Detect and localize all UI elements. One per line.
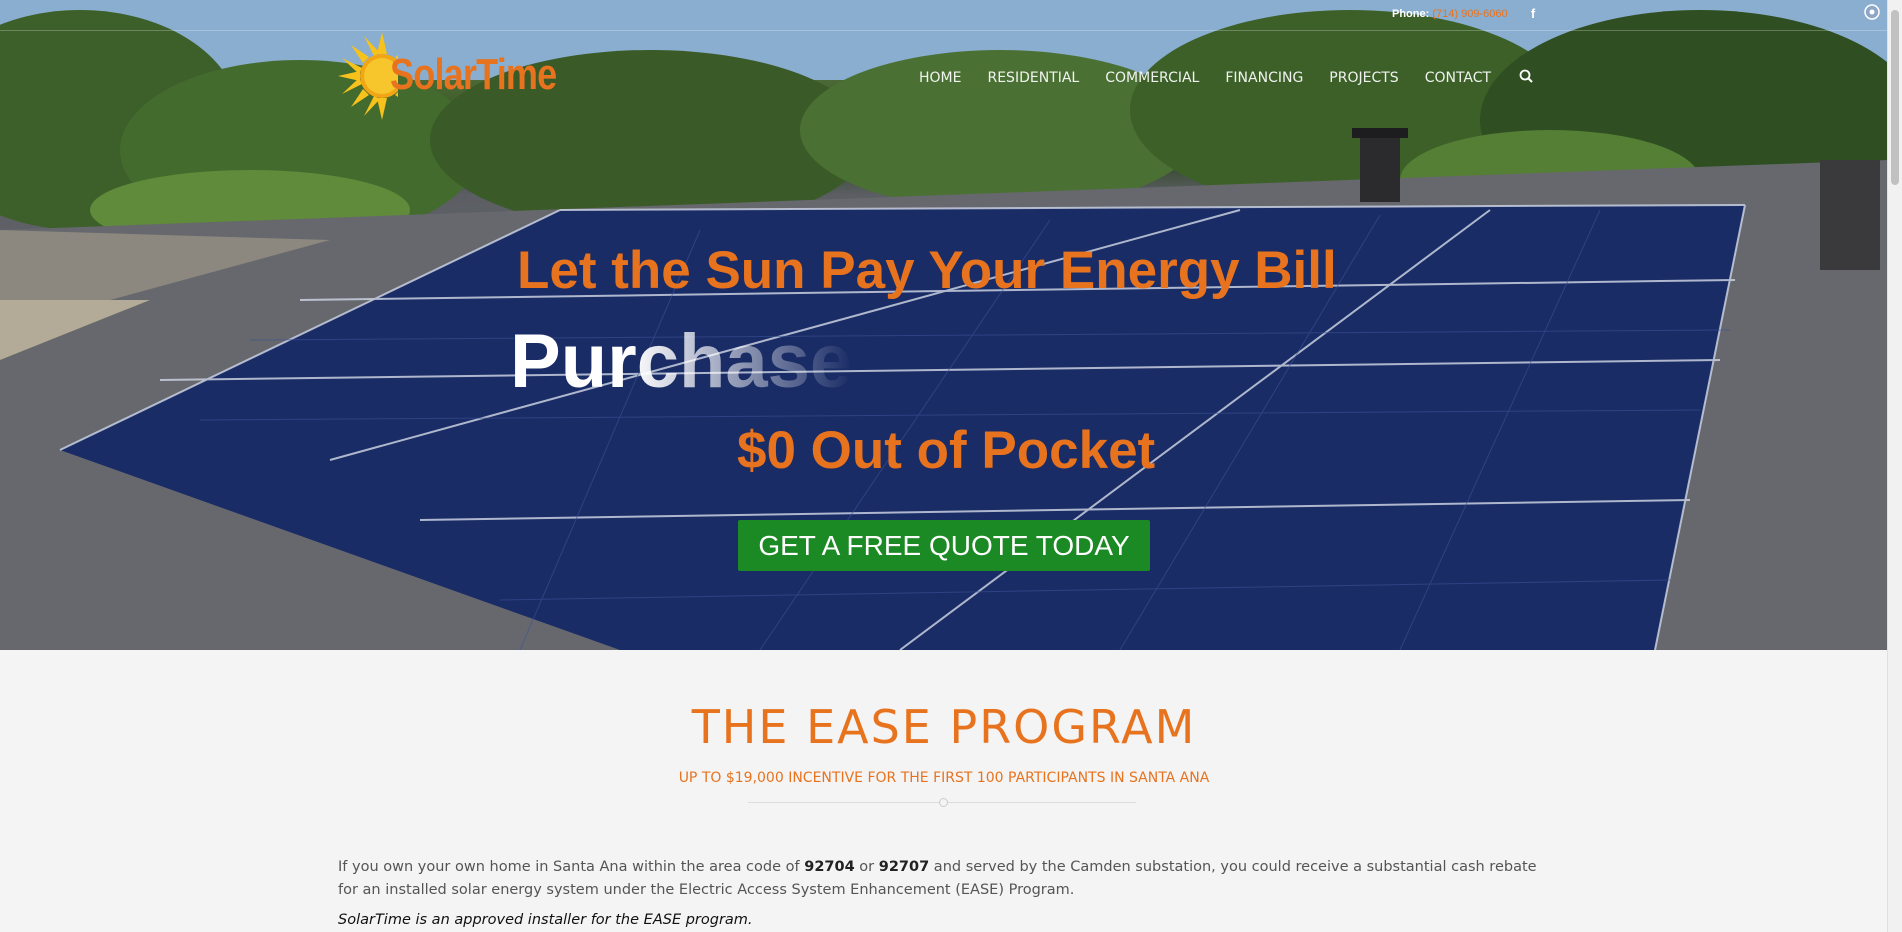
section-title: THE EASE PROGRAM bbox=[691, 700, 1197, 754]
settings-icon[interactable] bbox=[1862, 2, 1882, 22]
search-icon[interactable] bbox=[1518, 68, 1536, 86]
section-subtitle: UP TO $19,000 INCENTIVE FOR THE FIRST 10… bbox=[678, 770, 1210, 786]
nav-item-contact[interactable]: CONTACT bbox=[1412, 70, 1504, 86]
main-nav: HOME RESIDENTIAL COMMERCIAL FINANCING PR… bbox=[906, 70, 1504, 86]
free-quote-button[interactable]: GET A FREE QUOTE TODAY bbox=[738, 520, 1150, 571]
para-text-1: If you own your own home in Santa Ana wi… bbox=[338, 859, 805, 875]
nav-item-commercial[interactable]: COMMERCIAL bbox=[1092, 70, 1212, 86]
logo-text: SolarTime bbox=[390, 50, 557, 99]
hero-tagline: $0 Out of Pocket bbox=[737, 421, 1156, 480]
scrollbar-thumb[interactable] bbox=[1891, 10, 1899, 185]
top-bar: Phone: (714) 909-6060 f bbox=[0, 0, 1888, 31]
hero-banner: Phone: (714) 909-6060 f SolarTime HOME R… bbox=[0, 0, 1888, 650]
nav-item-residential[interactable]: RESIDENTIAL bbox=[974, 70, 1092, 86]
phone-label: Phone: bbox=[1392, 8, 1430, 20]
para-text-or: or bbox=[854, 859, 879, 875]
hero-rotating-word: Purchase bbox=[510, 319, 853, 404]
approved-installer-note: SolarTime is an approved installer for t… bbox=[338, 912, 753, 928]
nav-item-financing[interactable]: FINANCING bbox=[1212, 70, 1316, 86]
site-logo[interactable]: SolarTime bbox=[338, 30, 578, 120]
ease-description: If you own your own home in Santa Ana wi… bbox=[338, 856, 1548, 902]
page-scrollbar[interactable] bbox=[1887, 0, 1902, 932]
phone-number-link[interactable]: (714) 909-6060 bbox=[1432, 8, 1507, 20]
zip-code-1: 92704 bbox=[804, 859, 855, 875]
nav-item-projects[interactable]: PROJECTS bbox=[1316, 70, 1411, 86]
zip-code-2: 92707 bbox=[878, 859, 930, 875]
nav-item-home[interactable]: HOME bbox=[906, 70, 974, 86]
phone-info: Phone: (714) 909-6060 bbox=[1392, 8, 1508, 20]
sun-icon bbox=[338, 32, 398, 120]
divider-dot bbox=[939, 798, 948, 807]
hero-headline: Let the Sun Pay Your Energy Bill bbox=[517, 241, 1337, 300]
facebook-icon[interactable]: f bbox=[1527, 6, 1539, 22]
